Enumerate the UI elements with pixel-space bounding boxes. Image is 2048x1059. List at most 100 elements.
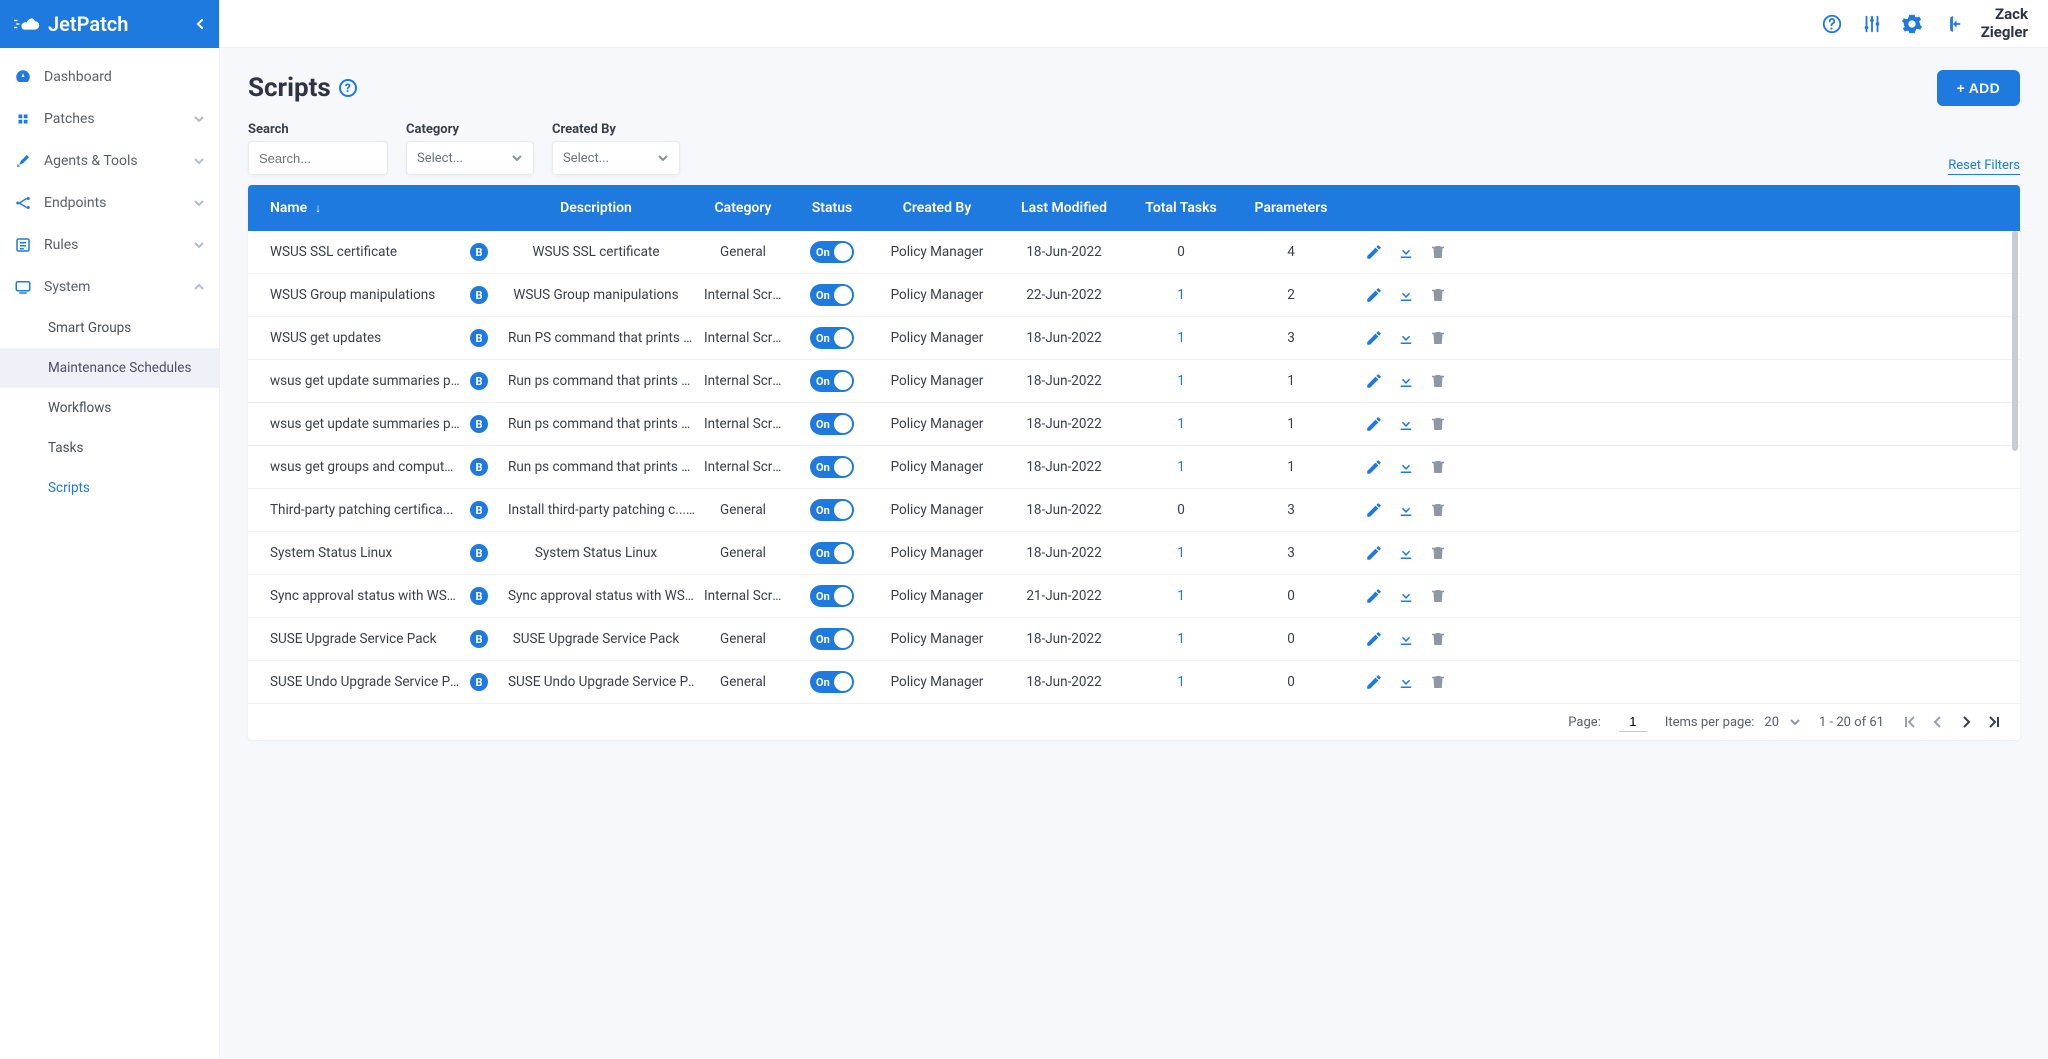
trash-icon[interactable] [1429,329,1447,347]
total-tasks-link[interactable]: 1 [1177,416,1185,432]
total-tasks-link[interactable]: 1 [1177,631,1185,647]
cell-name[interactable]: WSUS Group manipulations B [248,286,498,304]
help-circle-icon[interactable]: ? [339,79,357,97]
sidebar-item-system[interactable]: System [0,266,219,308]
cell-name[interactable]: SUSE Undo Upgrade Service Pack B [248,673,498,691]
status-toggle[interactable]: On [810,585,854,607]
status-toggle[interactable]: On [810,370,854,392]
cell-name[interactable]: System Status Linux B [248,544,498,562]
page-input[interactable] [1619,712,1647,732]
trash-icon[interactable] [1429,458,1447,476]
status-toggle[interactable]: On [810,499,854,521]
total-tasks-link[interactable]: 1 [1177,287,1185,303]
prev-page-icon[interactable] [1930,714,1946,730]
search-input[interactable] [248,141,388,175]
edit-icon[interactable] [1365,329,1383,347]
download-icon[interactable] [1397,286,1415,304]
trash-icon[interactable] [1429,286,1447,304]
scrollbar[interactable] [2012,231,2018,704]
status-toggle[interactable]: On [810,671,854,693]
th-status[interactable]: Status [792,200,872,216]
user-name[interactable]: Zack Ziegler [1981,6,2028,41]
edit-icon[interactable] [1365,243,1383,261]
sidebar-item-rules[interactable]: Rules [0,224,219,266]
cell-name[interactable]: wsus get groups and computers ... B [248,458,498,476]
trash-icon[interactable] [1429,544,1447,562]
collapse-sidebar-icon[interactable] [195,19,205,29]
trash-icon[interactable] [1429,501,1447,519]
edit-icon[interactable] [1365,587,1383,605]
total-tasks-link[interactable]: 1 [1177,459,1185,475]
download-icon[interactable] [1397,673,1415,691]
help-icon[interactable] [1821,13,1843,35]
th-created-by[interactable]: Created By [872,200,1002,216]
status-toggle[interactable]: On [810,456,854,478]
th-category[interactable]: Category [694,200,792,216]
total-tasks-link[interactable]: 1 [1177,674,1185,690]
download-icon[interactable] [1397,415,1415,433]
chevron-down-icon[interactable] [1789,716,1801,728]
total-tasks-link[interactable]: 1 [1177,545,1185,561]
first-page-icon[interactable] [1902,714,1918,730]
status-toggle[interactable]: On [810,542,854,564]
subitem-scripts[interactable]: Scripts [0,468,219,508]
download-icon[interactable] [1397,329,1415,347]
cell-name[interactable]: Third-party patching certifica... B [248,501,498,519]
edit-icon[interactable] [1365,415,1383,433]
download-icon[interactable] [1397,630,1415,648]
th-description[interactable]: Description [498,200,694,216]
th-total-tasks[interactable]: Total Tasks [1126,200,1236,216]
sidebar-item-patches[interactable]: Patches [0,98,219,140]
next-page-icon[interactable] [1958,714,1974,730]
scrollbar-thumb[interactable] [2012,231,2018,451]
subitem-workflows[interactable]: Workflows [0,388,219,428]
edit-icon[interactable] [1365,372,1383,390]
download-icon[interactable] [1397,372,1415,390]
trash-icon[interactable] [1429,372,1447,390]
createdby-select[interactable]: Select... [552,141,680,175]
download-icon[interactable] [1397,501,1415,519]
trash-icon[interactable] [1429,630,1447,648]
edit-icon[interactable] [1365,501,1383,519]
category-select[interactable]: Select... [406,141,534,175]
cell-name[interactable]: Sync approval status with WSUS B [248,587,498,605]
edit-icon[interactable] [1365,286,1383,304]
sidebar-item-endpoints[interactable]: Endpoints [0,182,219,224]
download-icon[interactable] [1397,458,1415,476]
trash-icon[interactable] [1429,673,1447,691]
status-toggle[interactable]: On [810,241,854,263]
cell-name[interactable]: wsus get update summaries per ... B [248,415,498,433]
trash-icon[interactable] [1429,415,1447,433]
status-toggle[interactable]: On [810,327,854,349]
status-toggle[interactable]: On [810,284,854,306]
edit-icon[interactable] [1365,630,1383,648]
sidebar-item-agents-tools[interactable]: Agents & Tools [0,140,219,182]
total-tasks-link[interactable]: 1 [1177,588,1185,604]
cell-name[interactable]: wsus get update summaries per ... B [248,372,498,390]
th-name[interactable]: Name ↓ [248,200,498,216]
download-icon[interactable] [1397,243,1415,261]
total-tasks-link[interactable]: 1 [1177,330,1185,346]
cell-name[interactable]: WSUS SSL certificate B [248,243,498,261]
edit-icon[interactable] [1365,673,1383,691]
trash-icon[interactable] [1429,587,1447,605]
edit-icon[interactable] [1365,544,1383,562]
sliders-icon[interactable] [1861,13,1883,35]
brand-logo[interactable]: JetPatch [14,12,128,36]
reset-filters[interactable]: Reset Filters [1948,158,2020,175]
trash-icon[interactable] [1429,243,1447,261]
cell-name[interactable]: SUSE Upgrade Service Pack B [248,630,498,648]
status-toggle[interactable]: On [810,628,854,650]
th-parameters[interactable]: Parameters [1236,200,1346,216]
subitem-smart-groups[interactable]: Smart Groups [0,308,219,348]
cell-name[interactable]: WSUS get updates B [248,329,498,347]
download-icon[interactable] [1397,544,1415,562]
total-tasks-link[interactable]: 1 [1177,373,1185,389]
subitem-tasks[interactable]: Tasks [0,428,219,468]
download-icon[interactable] [1397,587,1415,605]
gear-icon[interactable] [1901,13,1923,35]
th-last-modified[interactable]: Last Modified [1002,200,1126,216]
status-toggle[interactable]: On [810,413,854,435]
add-button[interactable]: + ADD [1937,70,2020,106]
last-page-icon[interactable] [1986,714,2002,730]
